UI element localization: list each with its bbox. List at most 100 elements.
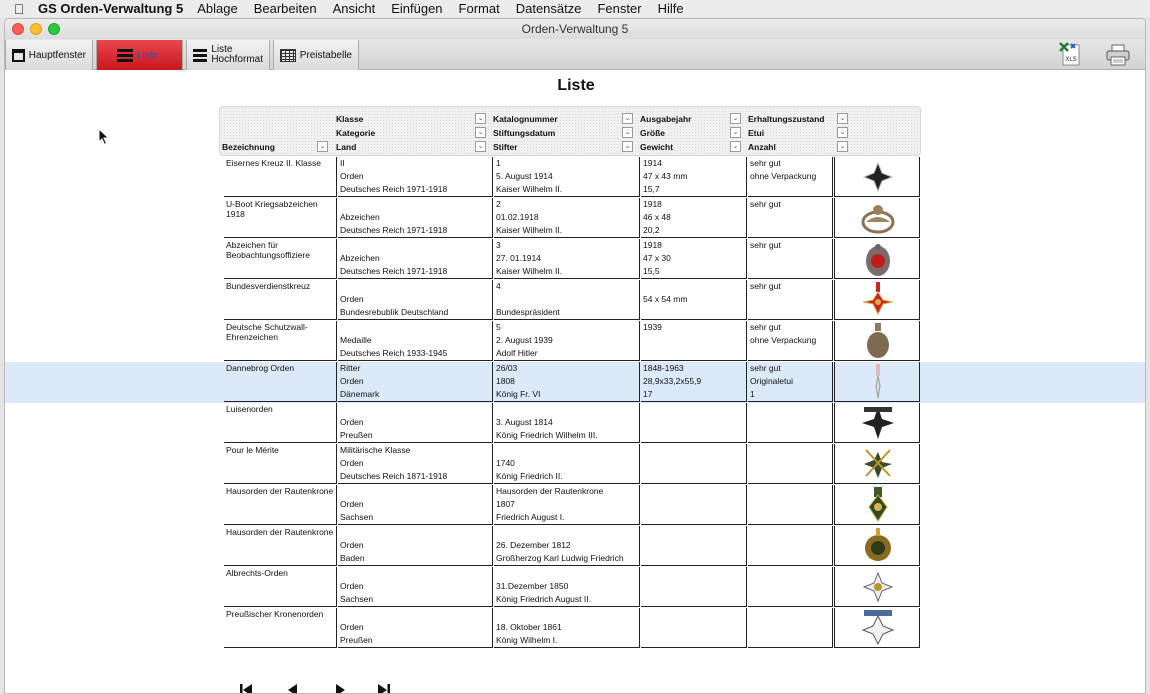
- cell-c1[interactable]: Medaille Deutsches Reich 1933-1945: [338, 321, 493, 361]
- cell-c4[interactable]: sehr gut: [748, 198, 833, 238]
- table-row[interactable]: Hausorden der Rautenkrone Orden Sachsen Hau…: [219, 485, 921, 526]
- print-button[interactable]: [1105, 44, 1131, 66]
- table-row[interactable]: U-Boot Kriegsabzeichen 1918 Abzeichen Deut…: [219, 198, 921, 239]
- cell-image[interactable]: [834, 239, 920, 279]
- cell-c2[interactable]: Hausorden der Rautenkrone 1807 Friedrich A…: [494, 485, 640, 525]
- cell-bezeichnung[interactable]: Preußischer Kronenorden: [224, 608, 337, 648]
- cell-c2[interactable]: 26/03 1808 König Fr. VI: [494, 362, 640, 402]
- cell-bezeichnung[interactable]: Eisernes Kreuz II. Klasse: [224, 157, 337, 197]
- cell-bezeichnung[interactable]: Hausorden der Rautenkrone: [224, 485, 337, 525]
- cell-bezeichnung[interactable]: Pour le Mérite: [224, 444, 337, 484]
- sort-erhaltungszustand-icon[interactable]: ⌄: [837, 113, 848, 124]
- menu-einfuegen[interactable]: Einfügen: [391, 1, 442, 16]
- header-stiftungsdatum[interactable]: Stiftungsdatum: [493, 128, 555, 138]
- cell-image[interactable]: [834, 485, 920, 525]
- cell-c1[interactable]: Orden Preußen: [338, 608, 493, 648]
- cell-c1[interactable]: Abzeichen Deutsches Reich 1971-1918: [338, 198, 493, 238]
- cell-c4[interactable]: sehr gut: [748, 280, 833, 320]
- first-record-button[interactable]: [238, 682, 254, 694]
- cell-bezeichnung[interactable]: Hausorden der Rautenkrone: [224, 526, 337, 566]
- table-row[interactable]: Pour le Mérite Militärische Klasse Orden De…: [219, 444, 921, 485]
- cell-image[interactable]: [834, 280, 920, 320]
- cell-image[interactable]: [834, 444, 920, 484]
- cell-c1[interactable]: Militärische Klasse Orden Deutsches Reich …: [338, 444, 493, 484]
- sort-bezeichnung-icon[interactable]: ⌄: [317, 141, 328, 152]
- cell-c3[interactable]: 54 x 54 mm: [641, 280, 747, 320]
- sort-stifter-icon[interactable]: ⌄: [622, 141, 633, 152]
- sort-anzahl-icon[interactable]: ⌄: [837, 141, 848, 152]
- next-record-button[interactable]: [332, 682, 348, 694]
- cell-image[interactable]: [834, 608, 920, 648]
- cell-c2[interactable]: 31.Dezember 1850 König Friedrich August I…: [494, 567, 640, 607]
- header-land[interactable]: Land: [336, 142, 356, 152]
- menu-format[interactable]: Format: [459, 1, 500, 16]
- cell-bezeichnung[interactable]: Albrechts-Orden: [224, 567, 337, 607]
- header-ausgabejahr[interactable]: Ausgabejahr: [640, 114, 692, 124]
- cell-c1[interactable]: Ritter Orden Dänemark: [338, 362, 493, 402]
- previous-record-button[interactable]: [285, 682, 301, 694]
- cell-c3[interactable]: 1914 47 x 43 mm 15,7: [641, 157, 747, 197]
- sort-gewicht-icon[interactable]: ⌄: [730, 141, 741, 152]
- tab-liste[interactable]: Liste: [96, 40, 183, 70]
- cell-image[interactable]: [834, 526, 920, 566]
- xls-export-button[interactable]: XLS: [1059, 42, 1081, 66]
- header-etui[interactable]: Etui: [748, 128, 764, 138]
- cell-image[interactable]: [834, 157, 920, 197]
- header-anzahl[interactable]: Anzahl: [748, 142, 776, 152]
- menu-bearbeiten[interactable]: Bearbeiten: [254, 1, 317, 16]
- cell-c3[interactable]: [641, 403, 747, 443]
- sort-stiftungsdatum-icon[interactable]: ⌄: [622, 127, 633, 138]
- cell-c4[interactable]: sehr gut ohne Verpackung: [748, 321, 833, 361]
- cell-bezeichnung[interactable]: Deutsche Schutzwall-Ehrenzeichen: [224, 321, 337, 361]
- header-gewicht[interactable]: Gewicht: [640, 142, 673, 152]
- cell-bezeichnung[interactable]: Dannebrog Orden: [224, 362, 337, 402]
- cell-c4[interactable]: [748, 526, 833, 566]
- cell-c4[interactable]: [748, 567, 833, 607]
- cell-c1[interactable]: Orden Sachsen: [338, 567, 493, 607]
- cell-c2[interactable]: 3. August 1814 König Friedrich Wilhelm II…: [494, 403, 640, 443]
- tab-preistabelle[interactable]: Preistabelle: [273, 40, 359, 70]
- cell-c1[interactable]: Orden Bundesrebublik Deutschland: [338, 280, 493, 320]
- cell-c2[interactable]: 3 27. 01.1914 Kaiser Wilhelm II.: [494, 239, 640, 279]
- cell-c2[interactable]: 26. Dezember 1812 Großherzog Karl Ludwig …: [494, 526, 640, 566]
- cell-c2[interactable]: 1 5. August 1914 Kaiser Wilhelm II.: [494, 157, 640, 197]
- cell-bezeichnung[interactable]: Abzeichen für Beobachtungsoffiziere: [224, 239, 337, 279]
- table-row[interactable]: Deutsche Schutzwall-Ehrenzeichen Medaille…: [219, 321, 921, 362]
- cell-c1[interactable]: Orden Preußen: [338, 403, 493, 443]
- menu-fenster[interactable]: Fenster: [597, 1, 641, 16]
- cell-c4[interactable]: [748, 608, 833, 648]
- sort-etui-icon[interactable]: ⌄: [837, 127, 848, 138]
- sort-klasse-icon[interactable]: ⌄: [475, 113, 486, 124]
- cell-image[interactable]: [834, 198, 920, 238]
- cell-c3[interactable]: 1918 47 x 30 15,5: [641, 239, 747, 279]
- cell-bezeichnung[interactable]: Luisenorden: [224, 403, 337, 443]
- cell-bezeichnung[interactable]: Bundesverdienstkreuz: [224, 280, 337, 320]
- cell-image[interactable]: [834, 403, 920, 443]
- cell-c2[interactable]: 1740 König Friedrich II.: [494, 444, 640, 484]
- tab-hauptfenster[interactable]: Hauptfenster: [5, 40, 93, 70]
- cell-c3[interactable]: [641, 608, 747, 648]
- cell-c1[interactable]: Abzeichen Deutsches Reich 1971-1918: [338, 239, 493, 279]
- cell-c3[interactable]: [641, 485, 747, 525]
- table-row[interactable]: Albrechts-Orden Orden Sachsen 31.Dezember 1…: [219, 567, 921, 608]
- cell-c3[interactable]: 1918 46 x 48 20,2: [641, 198, 747, 238]
- table-row[interactable]: Hausorden der Rautenkrone Orden Baden 26. D…: [219, 526, 921, 567]
- cell-c3[interactable]: [641, 526, 747, 566]
- zoom-window-button[interactable]: [48, 23, 60, 35]
- cell-c4[interactable]: sehr gut Originaletui 1: [748, 362, 833, 402]
- header-klasse[interactable]: Klasse: [336, 114, 363, 124]
- close-window-button[interactable]: [12, 23, 24, 35]
- sort-land-icon[interactable]: ⌄: [475, 141, 486, 152]
- table-row[interactable]: Dannebrog Orden Ritter Orden Dänemark 26/03 1…: [5, 362, 1145, 403]
- table-row[interactable]: Bundesverdienstkreuz Orden Bundesrebublik …: [219, 280, 921, 321]
- minimize-window-button[interactable]: [30, 23, 42, 35]
- sort-katalognummer-icon[interactable]: ⌄: [622, 113, 633, 124]
- table-row[interactable]: Luisenorden Orden Preußen 3. August 1814 Kön…: [219, 403, 921, 444]
- apple-menu-icon[interactable]: : [0, 1, 38, 17]
- cell-image[interactable]: [834, 567, 920, 607]
- sort-ausgabejahr-icon[interactable]: ⌄: [730, 113, 741, 124]
- table-row[interactable]: Abzeichen für Beobachtungsoffiziere Abzei…: [219, 239, 921, 280]
- app-menu[interactable]: GS Orden-Verwaltung 5: [38, 1, 183, 16]
- menu-datensaetze[interactable]: Datensätze: [516, 1, 582, 16]
- cell-c2[interactable]: 5 2. August 1939 Adolf Hitler: [494, 321, 640, 361]
